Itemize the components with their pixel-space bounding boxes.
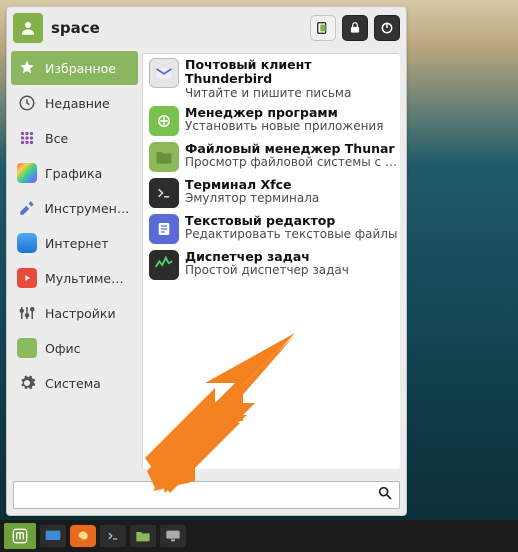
sidebar-item-label: Недавние: [45, 96, 110, 111]
terminal-icon: [106, 529, 120, 543]
firefox-icon: [76, 529, 90, 543]
menu-header: space: [7, 7, 406, 47]
sidebar-item-recent[interactable]: Недавние: [11, 86, 138, 120]
text-editor-icon: [149, 214, 179, 244]
sidebar-item-label: Инструменты: [45, 201, 132, 216]
app-title: Файловый менеджер Thunar: [185, 142, 397, 156]
task-manager-icon: [149, 250, 179, 280]
folder-icon: [149, 142, 179, 172]
sidebar-item-system[interactable]: Система: [11, 366, 138, 400]
taskbar-monitor[interactable]: [160, 525, 186, 547]
username-label: space: [51, 19, 302, 37]
sliders-icon: [17, 303, 37, 323]
search-row: [7, 475, 406, 515]
user-icon: [19, 19, 37, 37]
sidebar-item-label: Графика: [45, 166, 102, 181]
search-icon: [377, 485, 393, 505]
app-item-text-editor[interactable]: Текстовый редактор Редактировать текстов…: [145, 212, 398, 248]
desktop-icon: [45, 530, 61, 542]
app-item-software-manager[interactable]: Менеджер программ Установить новые прило…: [145, 104, 398, 140]
app-item-thunar[interactable]: Файловый менеджер Thunar Просмотр файлов…: [145, 140, 398, 176]
start-menu: space Избранное: [6, 6, 407, 516]
lock-icon: [348, 21, 362, 35]
gear-icon: [17, 373, 37, 393]
folder-icon: [135, 530, 151, 542]
monitor-icon: [165, 529, 181, 543]
globe-icon: [17, 233, 37, 253]
sidebar-item-label: Мультимедиа: [45, 271, 132, 286]
session-buttons: [310, 15, 400, 41]
sidebar-item-all[interactable]: Все: [11, 121, 138, 155]
sidebar-item-label: Настройки: [45, 306, 116, 321]
power-icon: [380, 21, 394, 35]
category-sidebar: Избранное Недавние Все Графика: [7, 47, 142, 475]
app-title: Диспетчер задач: [185, 250, 394, 264]
terminal-icon: [149, 178, 179, 208]
app-description: Эмулятор терминала: [185, 192, 394, 205]
taskbar-files[interactable]: [130, 525, 156, 547]
app-item-terminal[interactable]: Терминал Xfce Эмулятор терминала: [145, 176, 398, 212]
power-button[interactable]: [374, 15, 400, 41]
sidebar-item-label: Система: [45, 376, 101, 391]
logout-button[interactable]: [310, 15, 336, 41]
app-description: Установить новые приложения: [185, 120, 394, 133]
taskbar-terminal[interactable]: [100, 525, 126, 547]
sidebar-item-settings[interactable]: Настройки: [11, 296, 138, 330]
play-icon: [17, 268, 37, 288]
search-input[interactable]: [20, 488, 377, 503]
app-description: Читайте и пишите письма: [185, 87, 394, 100]
clock-icon: [17, 93, 37, 113]
tools-icon: [17, 198, 37, 218]
user-avatar[interactable]: [13, 13, 43, 43]
app-item-task-manager[interactable]: Диспетчер задач Простой диспетчер задач: [145, 248, 398, 284]
app-description: Редактировать текстовые файлы: [185, 228, 397, 241]
office-icon: [17, 338, 37, 358]
sidebar-item-label: Избранное: [45, 61, 116, 76]
app-title: Терминал Xfce: [185, 178, 394, 192]
sidebar-item-tools[interactable]: Инструменты: [11, 191, 138, 225]
store-icon: [149, 106, 179, 136]
taskbar-show-desktop[interactable]: [40, 525, 66, 547]
sidebar-item-office[interactable]: Офис: [11, 331, 138, 365]
grid-icon: [17, 128, 37, 148]
sidebar-item-graphics[interactable]: Графика: [11, 156, 138, 190]
app-description: Простой диспетчер задач: [185, 264, 394, 277]
logout-icon: [315, 20, 331, 36]
taskbar: [0, 520, 518, 552]
sidebar-item-favorites[interactable]: Избранное: [11, 51, 138, 85]
taskbar-firefox[interactable]: [70, 525, 96, 547]
sidebar-item-label: Офис: [45, 341, 81, 356]
menu-body: Избранное Недавние Все Графика: [7, 47, 406, 475]
mail-icon: [149, 58, 179, 88]
app-title: Почтовый клиент Thunderbird: [185, 58, 394, 87]
mint-logo-icon: [10, 526, 30, 546]
app-title: Менеджер программ: [185, 106, 394, 120]
lock-button[interactable]: [342, 15, 368, 41]
star-icon: [17, 58, 37, 78]
app-item-thunderbird[interactable]: Почтовый клиент Thunderbird Читайте и пи…: [145, 56, 398, 104]
apps-pane: Почтовый клиент Thunderbird Читайте и пи…: [142, 53, 400, 469]
search-box[interactable]: [13, 481, 400, 509]
sidebar-item-internet[interactable]: Интернет: [11, 226, 138, 260]
app-title: Текстовый редактор: [185, 214, 397, 228]
palette-icon: [17, 163, 37, 183]
sidebar-item-label: Все: [45, 131, 68, 146]
app-description: Просмотр файловой системы с …: [185, 156, 397, 169]
sidebar-item-multimedia[interactable]: Мультимедиа: [11, 261, 138, 295]
start-menu-button[interactable]: [4, 523, 36, 549]
sidebar-item-label: Интернет: [45, 236, 109, 251]
